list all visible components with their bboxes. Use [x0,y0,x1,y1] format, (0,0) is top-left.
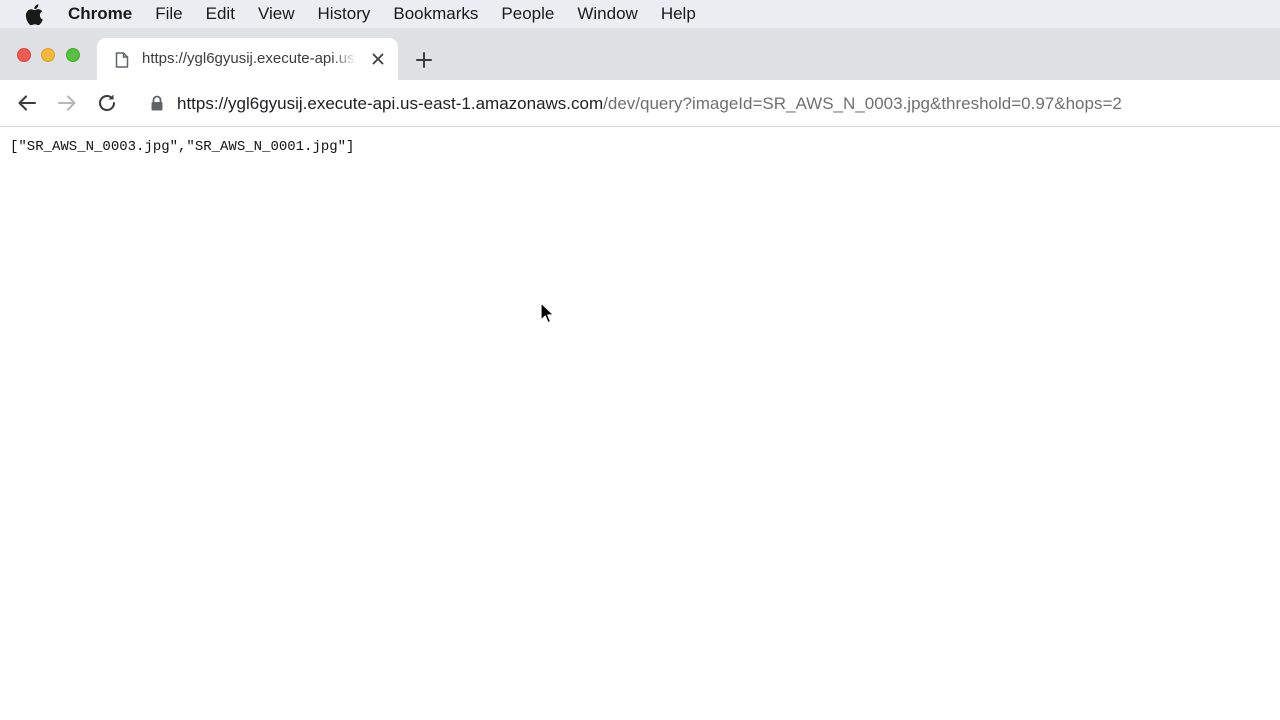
menu-history[interactable]: History [306,0,382,28]
tab-close-icon[interactable] [370,51,386,67]
menu-bookmarks[interactable]: Bookmarks [382,0,490,28]
menu-app-chrome[interactable]: Chrome [68,0,144,28]
tab-strip: https://ygl6gyusij.execute-api.us-east-1… [0,28,1280,80]
forward-arrow-icon[interactable] [56,92,78,114]
macos-menu-bar: Chrome File Edit View History Bookmarks … [0,0,1280,28]
url-text[interactable]: https://ygl6gyusij.execute-api.us-east-1… [177,94,1122,114]
url-path: /dev/query?imageId=SR_AWS_N_0003.jpg&thr… [603,94,1122,113]
menu-window[interactable]: Window [566,0,649,28]
window-minimize-button[interactable] [41,48,55,62]
lock-icon[interactable] [150,95,164,111]
browser-toolbar: https://ygl6gyusij.execute-api.us-east-1… [0,80,1280,127]
json-response-text: ["SR_AWS_N_0003.jpg","SR_AWS_N_0001.jpg"… [10,139,355,155]
tab-title: https://ygl6gyusij.execute-api.us-east-1… [142,50,357,67]
url-host: https://ygl6gyusij.execute-api.us-east-1… [177,94,604,113]
menu-help[interactable]: Help [649,0,707,28]
page-content: ["SR_AWS_N_0003.jpg","SR_AWS_N_0001.jpg"… [0,128,1280,720]
mouse-pointer-icon [540,302,556,326]
address-bar[interactable]: https://ygl6gyusij.execute-api.us-east-1… [136,86,1280,122]
menu-view[interactable]: View [246,0,306,28]
menu-edit[interactable]: Edit [194,0,246,28]
document-icon [115,52,129,68]
window-zoom-button[interactable] [66,48,80,62]
menu-file[interactable]: File [144,0,194,28]
browser-tab-active[interactable]: https://ygl6gyusij.execute-api.us-east-1… [97,38,398,80]
new-tab-plus-icon[interactable] [414,50,434,70]
back-arrow-icon[interactable] [16,92,38,114]
menu-people[interactable]: People [490,0,566,28]
window-close-button[interactable] [17,48,31,62]
reload-icon[interactable] [96,92,118,114]
apple-menu-icon[interactable] [25,3,43,25]
